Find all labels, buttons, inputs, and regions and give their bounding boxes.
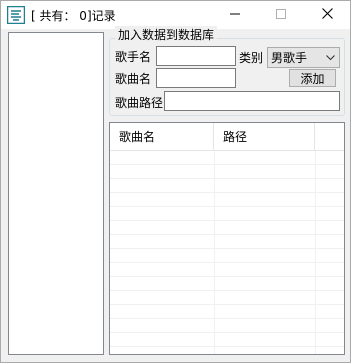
main-window: [ 共有： 0]记录 加入数据到数据库 歌手名 类别 男歌手 歌曲名 添加 歌曲… [0, 0, 351, 363]
song-input[interactable] [156, 68, 236, 88]
table-header: 歌曲名 路径 [110, 123, 344, 151]
grid-line [110, 207, 344, 221]
maximize-button[interactable] [258, 1, 304, 29]
song-table[interactable]: 歌曲名 路径 [109, 122, 345, 355]
category-select[interactable]: 男歌手 [267, 47, 340, 68]
group-title: 加入数据到数据库 [115, 26, 218, 43]
grid-line [110, 305, 344, 319]
title-bar[interactable]: [ 共有： 0]记录 [1, 1, 350, 29]
add-button[interactable]: 添加 [289, 69, 336, 87]
close-icon [321, 8, 333, 22]
chevron-down-icon [321, 54, 339, 61]
grid-line [110, 221, 344, 235]
column-header-song[interactable]: 歌曲名 [110, 123, 214, 151]
path-label: 歌曲路径 [115, 96, 164, 110]
grid-line [110, 277, 344, 291]
path-input[interactable] [164, 91, 340, 111]
grid-line [110, 291, 344, 305]
column-header-path[interactable]: 路径 [214, 123, 315, 151]
song-label: 歌曲名 [115, 72, 152, 86]
grid-line [110, 179, 344, 193]
minimize-button[interactable] [212, 1, 258, 29]
category-label: 类别 [239, 51, 264, 65]
singer-input[interactable] [156, 46, 236, 66]
grid-line [110, 193, 344, 207]
minimize-icon [230, 8, 240, 22]
record-list[interactable] [8, 32, 104, 355]
grid-line [110, 319, 344, 333]
singer-label: 歌手名 [115, 50, 152, 64]
app-icon [6, 5, 26, 25]
grid-line [110, 249, 344, 263]
grid-line [110, 165, 344, 179]
category-selected-value: 男歌手 [271, 51, 308, 65]
close-button[interactable] [304, 1, 350, 29]
maximize-icon [276, 8, 286, 22]
grid-line [110, 151, 344, 165]
grid-line [110, 235, 344, 249]
grid-line [110, 333, 344, 347]
window-title: [ 共有： 0]记录 [31, 9, 116, 23]
column-header-filler [315, 123, 344, 151]
grid-line [110, 263, 344, 277]
